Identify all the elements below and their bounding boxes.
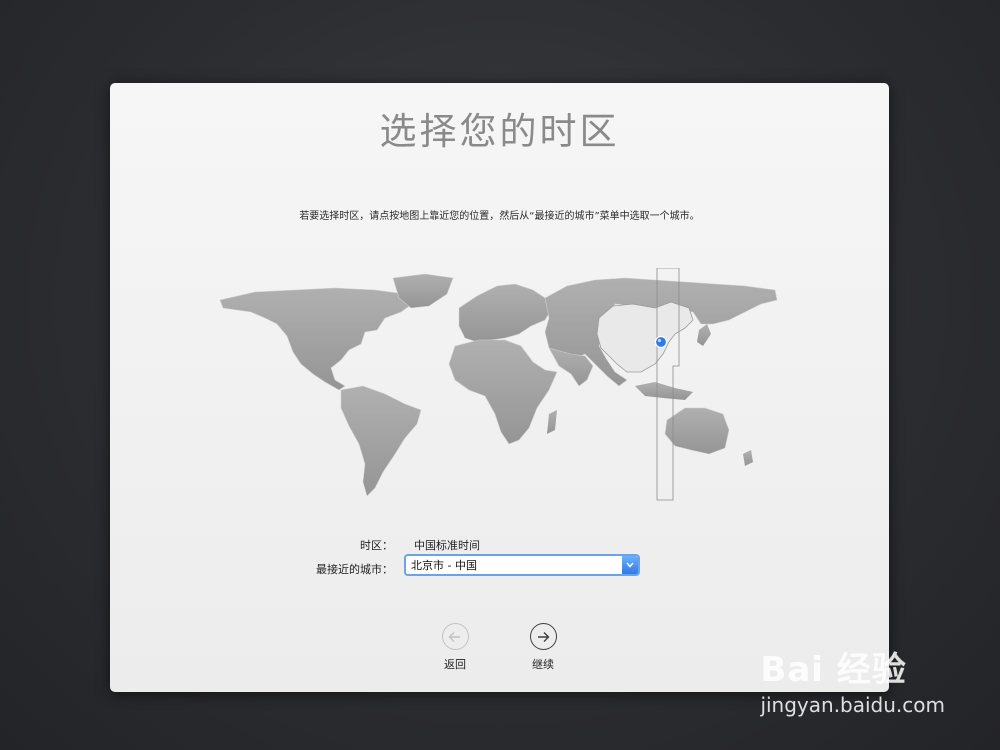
watermark-brand: Bai 经验 [760,650,907,690]
back-label: 返回 [444,658,466,671]
continent-north-america[interactable] [219,287,416,391]
island-japan[interactable] [697,324,711,346]
page-title: 选择您的时区 [379,110,620,153]
timezone-label: 时区： [360,539,393,552]
island-new-zealand[interactable] [743,450,753,466]
chevron-down-icon[interactable] [622,556,638,574]
timezone-value: 中国标准时间 [414,539,480,552]
baidu-watermark: Bai 经验 jingyan.baidu.com [760,642,945,717]
back-button[interactable]: 返回 [425,623,485,672]
timezone-setup-dialog: 选择您的时区 若要选择时区，请点按地图上靠近您的位置，然后从“最接近的城市”菜单… [110,83,889,692]
arrow-left-icon [441,623,469,650]
continent-australia[interactable] [664,407,730,455]
continent-south-america[interactable] [340,385,422,497]
watermark-url: jingyan.baidu.com [760,693,945,717]
closest-city-value: 北京市 - 中国 [411,559,477,572]
islands-southeast-asia[interactable] [635,382,693,400]
closest-city-label: 最接近的城市： [316,563,393,576]
continent-africa[interactable] [448,339,558,445]
instruction-text: 若要选择时区，请点按地图上靠近您的位置，然后从“最接近的城市”菜单中选取一个城市… [299,211,700,222]
closest-city-select[interactable]: 北京市 - 中国 [404,554,640,576]
location-pin-icon[interactable] [654,335,668,349]
continue-button[interactable]: 继续 [513,623,573,672]
island-madagascar[interactable] [547,410,557,434]
continue-label: 继续 [532,658,554,671]
arrow-right-icon [529,623,557,650]
continent-europe[interactable] [458,283,552,343]
region-china-highlight[interactable] [596,301,694,373]
world-map[interactable] [215,268,785,503]
